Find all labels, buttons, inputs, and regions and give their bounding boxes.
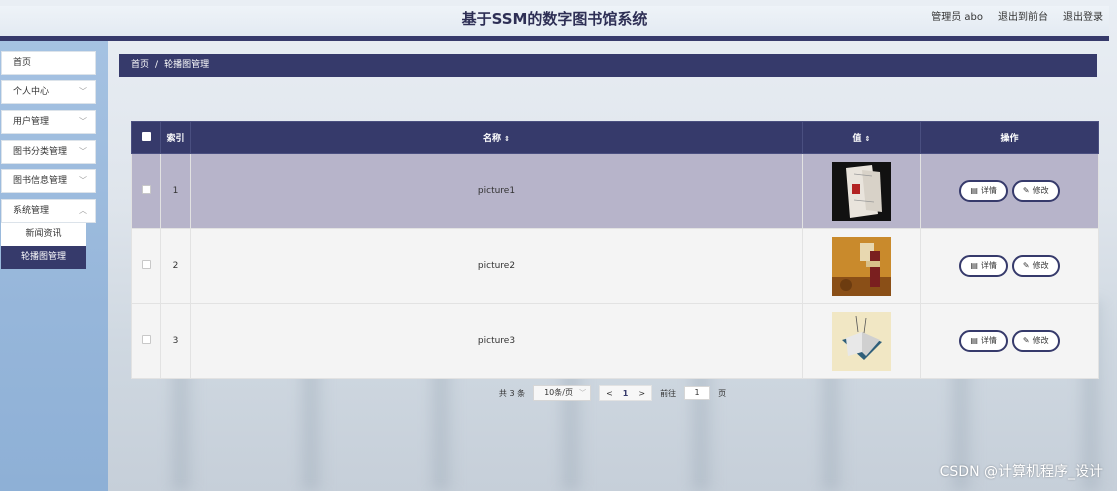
sidebar-item-label: 首页 — [13, 58, 32, 68]
chevron-down-icon: ﹀ — [79, 176, 87, 185]
total-count: 共 3 条 — [498, 388, 526, 398]
pencil-icon: ✎ — [1022, 336, 1030, 345]
edit-button-label: 修改 — [1032, 336, 1049, 345]
table-row: 2 picture2 ▤ 详情 ✎ 修改 — [131, 228, 1099, 304]
row-actions: ▤ 详情 ✎ 修改 — [920, 153, 1099, 229]
book-image-thumbnail — [832, 311, 891, 371]
header-accent-bar — [0, 36, 1109, 41]
breadcrumb-home[interactable]: 首页 — [131, 60, 149, 70]
goto-page-input[interactable]: 1 — [684, 386, 711, 400]
row-checkbox[interactable] — [141, 260, 151, 269]
row-name: picture3 — [190, 303, 803, 379]
document-icon: ▤ — [970, 186, 978, 195]
edit-button[interactable]: ✎ 修改 — [1011, 255, 1060, 277]
row-select[interactable] — [131, 228, 161, 304]
row-name: picture2 — [190, 228, 803, 304]
sort-icon[interactable]: ⇕ — [865, 135, 871, 143]
sidebar-item-personal-center[interactable]: 个人中心 ﹀ — [1, 80, 96, 104]
sidebar-item-label: 图书分类管理 — [13, 147, 68, 157]
prev-page-button[interactable]: < — [606, 389, 613, 398]
row-index: 1 — [160, 153, 191, 229]
page-suffix: 页 — [718, 388, 727, 398]
sidebar-item-label: 用户管理 — [13, 117, 50, 127]
sidebar-subitem-news[interactable]: 新闻资讯 — [1, 223, 86, 246]
header-select-all[interactable] — [131, 121, 161, 154]
header-name-label: 名称 — [483, 134, 502, 144]
row-value — [802, 303, 921, 379]
page-size-value: 10条/页 — [544, 388, 573, 397]
chevron-down-icon: ﹀ — [79, 147, 87, 156]
csdn-watermark: CSDN @计算机程序_设计 — [939, 464, 1103, 480]
document-icon: ▤ — [970, 336, 978, 345]
sidebar-item-book-category[interactable]: 图书分类管理 ﹀ — [1, 140, 96, 164]
document-icon: ▤ — [970, 261, 978, 270]
sidebar-item-user-management[interactable]: 用户管理 ﹀ — [1, 110, 96, 134]
breadcrumb-separator: / — [155, 60, 159, 70]
table-row: 3 picture3 ▤ 详情 ✎ 修改 — [131, 303, 1099, 379]
chevron-down-icon: ﹀ — [79, 87, 87, 96]
breadcrumb-current: 轮播图管理 — [164, 60, 210, 70]
row-value — [802, 153, 921, 229]
header-links: 管理员 abo 退出到前台 退出登录 — [931, 8, 1103, 28]
sidebar-subitem-carousel[interactable]: 轮播图管理 — [1, 246, 86, 269]
header-index: 索引 — [160, 121, 191, 154]
breadcrumb: 首页 / 轮播图管理 — [119, 54, 1097, 77]
row-value — [802, 228, 921, 304]
detail-button-label: 详情 — [980, 336, 997, 345]
book-image-thumbnail — [832, 161, 891, 221]
row-actions: ▤ 详情 ✎ 修改 — [920, 303, 1099, 379]
sidebar-item-label: 图书信息管理 — [13, 176, 68, 186]
edit-button-label: 修改 — [1032, 261, 1049, 270]
detail-button-label: 详情 — [980, 186, 997, 195]
page-size-select[interactable]: 10条/页 ﹀ — [533, 385, 592, 401]
detail-button[interactable]: ▤ 详情 — [959, 180, 1008, 202]
carousel-table: 索引 名称 ⇕ 值 ⇕ 操作 1 picture1 ▤ 详情 ✎ 修改 2 pi… — [131, 121, 1099, 379]
header-name[interactable]: 名称 ⇕ — [190, 121, 803, 154]
sidebar-item-book-info[interactable]: 图书信息管理 ﹀ — [1, 169, 96, 193]
chevron-down-icon: ﹀ — [579, 389, 587, 397]
detail-button-label: 详情 — [980, 261, 997, 270]
detail-button[interactable]: ▤ 详情 — [959, 255, 1008, 277]
header-value[interactable]: 值 ⇕ — [802, 121, 921, 154]
pencil-icon: ✎ — [1022, 186, 1030, 195]
page-nav: < 1 > — [599, 385, 653, 401]
row-select[interactable] — [131, 153, 161, 229]
sidebar-item-label: 个人中心 — [13, 87, 50, 97]
sort-icon[interactable]: ⇕ — [504, 135, 510, 143]
front-link[interactable]: 退出到前台 — [998, 8, 1048, 28]
logout-link[interactable]: 退出登录 — [1063, 8, 1103, 28]
edit-button-label: 修改 — [1032, 186, 1049, 195]
admin-user-label: 管理员 abo — [931, 12, 983, 23]
table-row: 1 picture1 ▤ 详情 ✎ 修改 — [131, 153, 1099, 229]
pagination: 共 3 条 10条/页 ﹀ < 1 > 前往 1 页 — [0, 384, 1117, 402]
select-all-checkbox[interactable] — [141, 131, 151, 141]
chevron-down-icon: ﹀ — [79, 117, 87, 126]
row-checkbox[interactable] — [141, 335, 151, 344]
sidebar-item-home[interactable]: 首页 — [1, 51, 96, 75]
row-checkbox[interactable] — [141, 185, 151, 194]
current-page[interactable]: 1 — [623, 389, 629, 398]
edit-button[interactable]: ✎ 修改 — [1011, 180, 1060, 202]
goto-label: 前往 — [660, 388, 677, 398]
row-name: picture1 — [190, 153, 803, 229]
pencil-icon: ✎ — [1022, 261, 1030, 270]
row-index: 3 — [160, 303, 191, 379]
detail-button[interactable]: ▤ 详情 — [959, 330, 1008, 352]
table-header-row: 索引 名称 ⇕ 值 ⇕ 操作 — [131, 121, 1099, 154]
sidebar-item-system[interactable]: 系统管理 ︿ — [1, 199, 96, 223]
row-actions: ▤ 详情 ✎ 修改 — [920, 228, 1099, 304]
header-actions: 操作 — [920, 121, 1099, 154]
row-select[interactable] — [131, 303, 161, 379]
sidebar-item-label: 系统管理 — [13, 206, 50, 216]
header-value-label: 值 — [852, 134, 862, 144]
edit-button[interactable]: ✎ 修改 — [1011, 330, 1060, 352]
row-index: 2 — [160, 228, 191, 304]
next-page-button[interactable]: > — [638, 389, 645, 398]
book-image-thumbnail — [832, 236, 891, 296]
chevron-up-icon: ︿ — [79, 206, 87, 215]
